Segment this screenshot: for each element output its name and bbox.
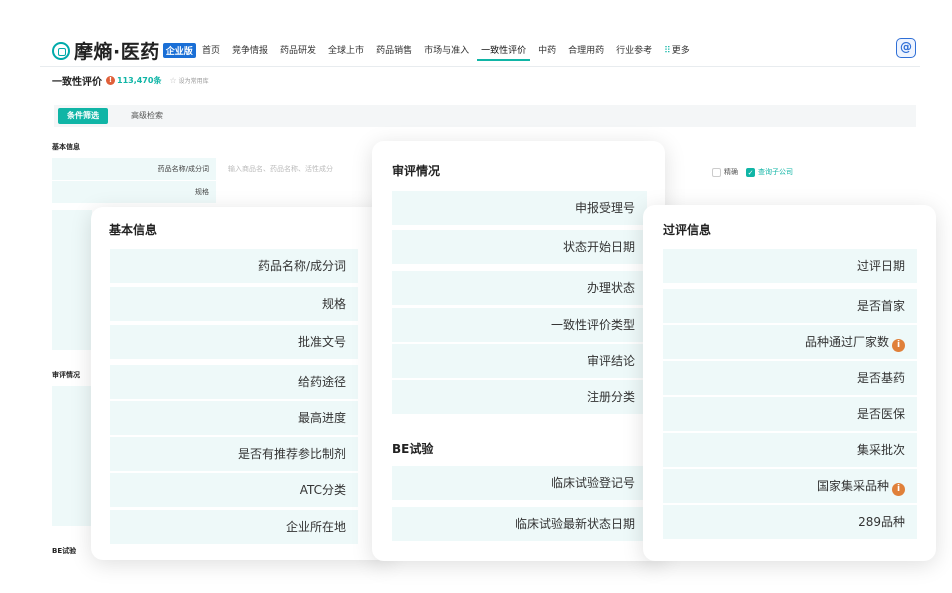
nav-competitive-intel[interactable]: 竞争情报 (232, 43, 268, 61)
grid-dots-icon: ⠿ (664, 46, 671, 56)
basic-info-title: 基本信息 (109, 223, 158, 237)
tab-condition-filter[interactable]: 条件筛选 (58, 108, 108, 124)
exact-checkbox[interactable] (712, 167, 721, 177)
page-title: 一致性评价 (52, 77, 102, 88)
field-medical-insurance[interactable]: 是否医保 (663, 397, 917, 431)
nav-market-access[interactable]: 市场与准入 (424, 43, 469, 61)
review-status-card: 审评情况 申报受理号 状态开始日期 办理状态 一致性评价类型 审评结论 注册分类… (372, 141, 665, 561)
nav-tcm[interactable]: 中药 (538, 43, 556, 61)
field-eval-type[interactable]: 一致性评价类型 (392, 308, 647, 342)
search-options: 精确 ✓ 查询子公司 (712, 167, 793, 177)
field-trial-latest-status-date[interactable]: 临床试验最新状态日期 (392, 507, 647, 541)
info-icon[interactable]: i (892, 339, 905, 352)
be-trial-title: BE试验 (392, 442, 434, 456)
drug-name-label: 药品名称/成分词 (52, 158, 216, 180)
info-icon[interactable]: ! (106, 76, 115, 85)
field-max-progress[interactable]: 最高进度 (110, 401, 358, 435)
nav-consistency-eval[interactable]: 一致性评价 (477, 43, 531, 61)
field-trial-registration-number[interactable]: 临床试验登记号 (392, 466, 647, 500)
field-atc-class[interactable]: ATC分类 (110, 473, 358, 507)
nav-more-label: 更多 (671, 46, 690, 56)
field-approval-number[interactable]: 批准文号 (110, 325, 358, 359)
field-essential-drug[interactable]: 是否基药 (663, 361, 917, 395)
nav-drug-sales[interactable]: 药品销售 (376, 43, 412, 61)
field-passed-manufacturers[interactable]: 品种通过厂家数 i (663, 325, 917, 359)
section-basic-info: 基本信息 (52, 143, 80, 151)
exact-label: 精确 (724, 168, 738, 176)
field-registration-class[interactable]: 注册分类 (392, 380, 647, 414)
info-icon[interactable]: i (892, 483, 905, 496)
tab-advanced-search[interactable]: 高级检索 (122, 108, 172, 124)
nav-more[interactable]: ⠿更多 (664, 43, 690, 61)
field-handling-status[interactable]: 办理状态 (392, 271, 647, 305)
national-procurement-label: 国家集采品种 (816, 479, 889, 493)
field-application-number[interactable]: 申报受理号 (392, 191, 647, 225)
field-drug-name[interactable]: 药品名称/成分词 (110, 249, 358, 283)
nav-global-launch[interactable]: 全球上市 (328, 43, 364, 61)
field-status-start-date[interactable]: 状态开始日期 (392, 230, 647, 264)
set-favorite-label: 设为常用库 (178, 78, 209, 85)
pass-info-card: 过评信息 过评日期 是否首家 品种通过厂家数 i 是否基药 是否医保 集采批次 国… (643, 205, 936, 561)
field-pass-date[interactable]: 过评日期 (663, 249, 917, 283)
brand-name: 摩熵·医药 (74, 41, 160, 63)
record-count: 113,470条 (117, 76, 162, 85)
sub-company-label: 查询子公司 (758, 168, 793, 176)
main-nav: 首页 竞争情报 药品研发 全球上市 药品销售 市场与准入 一致性评价 中药 合理… (202, 43, 702, 61)
filter-label-column (52, 210, 92, 350)
nav-home[interactable]: 首页 (202, 43, 220, 61)
page-header: 一致性评价 ! 113,470条 ☆ 设为常用库 (52, 73, 209, 88)
star-icon: ☆ (169, 76, 177, 85)
ai-assistant-icon: @ (900, 40, 912, 54)
drug-name-input[interactable]: 输入商品名、药品名称、活性成分 (228, 158, 333, 180)
basic-info-card: 基本信息 药品名称/成分词 规格 批准文号 给药途径 最高进度 是否有推荐参比制… (91, 207, 391, 560)
review-status-title: 审评情况 (392, 164, 441, 178)
top-nav: 摩熵·医药 企业版 首页 竞争情报 药品研发 全球上市 药品销售 市场与准入 一… (40, 30, 920, 66)
field-admin-route[interactable]: 给药途径 (110, 365, 358, 399)
field-spec[interactable]: 规格 (110, 287, 358, 321)
filter-tabs: 条件筛选 高级检索 (54, 105, 916, 127)
review-label-column (52, 386, 92, 526)
field-289-variety[interactable]: 289品种 (663, 505, 917, 539)
section-review-status: 审评情况 (52, 371, 80, 379)
field-company-location[interactable]: 企业所在地 (110, 510, 358, 544)
nav-drug-rnd[interactable]: 药品研发 (280, 43, 316, 61)
field-first-pass[interactable]: 是否首家 (663, 289, 917, 323)
field-review-conclusion[interactable]: 审评结论 (392, 344, 647, 378)
set-favorite-button[interactable]: ☆ 设为常用库 (169, 76, 208, 85)
brand-logo[interactable]: 摩熵·医药 企业版 (52, 37, 196, 64)
field-reference-preparation[interactable]: 是否有推荐参比制剂 (110, 437, 358, 471)
nav-divider (40, 66, 920, 67)
passed-manufacturers-label: 品种通过厂家数 (804, 335, 889, 349)
nav-industry-ref[interactable]: 行业参考 (616, 43, 652, 61)
nav-rational-use[interactable]: 合理用药 (568, 43, 604, 61)
sub-company-checkbox[interactable]: ✓ (746, 167, 755, 177)
brand-logo-icon (52, 41, 70, 60)
pass-info-title: 过评信息 (663, 223, 712, 237)
field-national-procurement[interactable]: 国家集采品种 i (663, 469, 917, 503)
ai-assistant-button[interactable]: @ (896, 38, 916, 58)
section-be-trial: BE试验 (52, 547, 77, 555)
spec-label: 规格 (52, 181, 216, 203)
edition-badge: 企业版 (162, 43, 196, 58)
field-procurement-batch[interactable]: 集采批次 (663, 433, 917, 467)
